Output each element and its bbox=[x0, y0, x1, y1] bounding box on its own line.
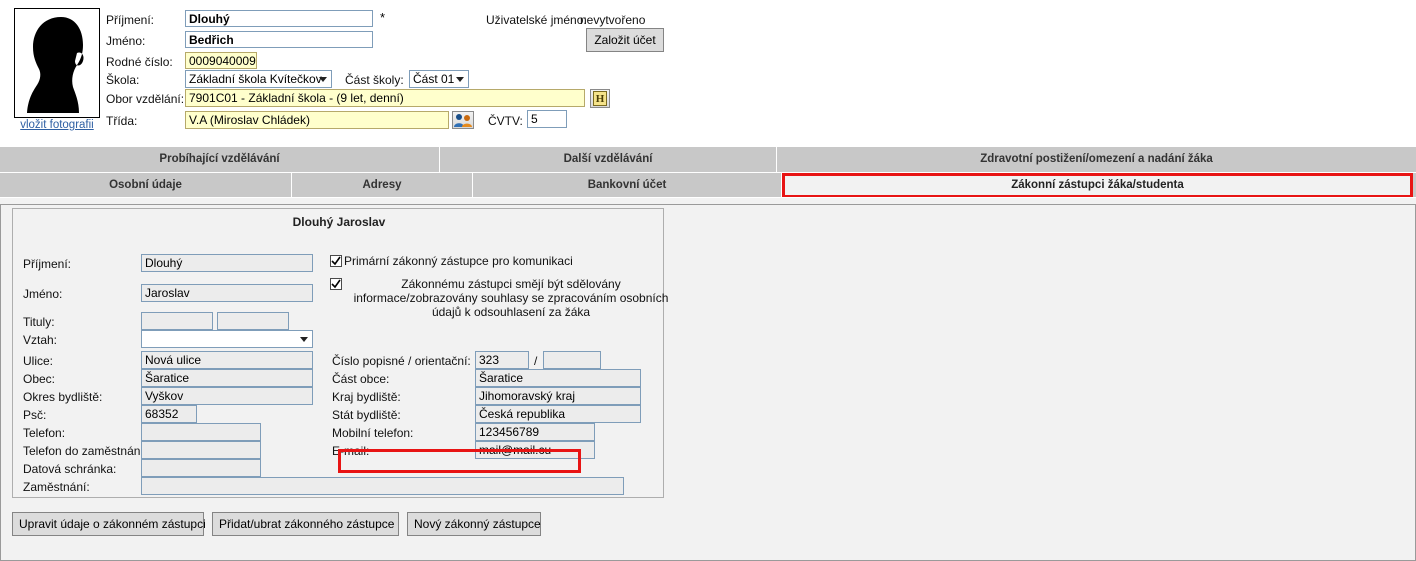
guardian-mobile-field[interactable]: 123456789 bbox=[475, 423, 595, 441]
label-birth-number: Rodné číslo: bbox=[106, 55, 173, 69]
label-guardian-municipality-part: Část obce: bbox=[332, 372, 390, 386]
consent-checkbox[interactable] bbox=[330, 278, 342, 290]
label-guardian-email: E-mail: bbox=[332, 444, 370, 458]
guardian-databox-field[interactable] bbox=[141, 459, 261, 477]
guardian-municipality-part-field[interactable]: Šaratice bbox=[475, 369, 641, 387]
cvtv-field[interactable]: 5 bbox=[527, 110, 567, 128]
guardian-employment-field[interactable] bbox=[141, 477, 624, 495]
label-class: Třída: bbox=[106, 114, 138, 128]
required-star: * bbox=[380, 10, 386, 25]
guardian-title-prefix-field[interactable] bbox=[141, 312, 213, 330]
guardian-title-suffix-field[interactable] bbox=[217, 312, 289, 330]
student-photo bbox=[14, 8, 100, 118]
label-guardian-district: Okres bydliště: bbox=[23, 390, 103, 404]
guardian-fieldset: Dlouhý Jaroslav Příjmení: Dlouhý Jméno: … bbox=[12, 208, 668, 498]
class-field[interactable]: V.A (Miroslav Chládek) bbox=[185, 111, 449, 129]
people-group-icon[interactable] bbox=[452, 111, 474, 129]
label-firstname: Jméno: bbox=[106, 34, 146, 48]
add-remove-guardian-button[interactable]: Přidat/ubrat zákonného zástupce bbox=[212, 512, 399, 536]
label-guardian-employment: Zaměstnání: bbox=[23, 480, 90, 494]
guardian-region-field[interactable]: Jihomoravský kraj bbox=[475, 387, 641, 405]
label-cvtv: ČVTV: bbox=[488, 114, 523, 128]
tab-row-secondary: Osobní údaje Adresy Bankovní účet Zákonn… bbox=[0, 173, 1416, 199]
guardian-house-number-field[interactable]: 323 bbox=[475, 351, 529, 369]
new-guardian-button[interactable]: Nový zákonný zástupce bbox=[407, 512, 541, 536]
label-guardian-surname: Příjmení: bbox=[23, 257, 72, 271]
primary-guardian-checkbox[interactable] bbox=[330, 255, 342, 267]
firstname-field[interactable]: Bedřich bbox=[185, 31, 373, 48]
school-part-select[interactable]: Část 01 bbox=[409, 70, 469, 88]
guardian-district-field[interactable]: Vyškov bbox=[141, 387, 313, 405]
tab-zdravotni-postizeni[interactable]: Zdravotní postižení/omezení a nadání žák… bbox=[777, 147, 1416, 172]
history-h-icon-label: H bbox=[593, 91, 607, 106]
guardian-phone-field[interactable] bbox=[141, 423, 261, 441]
school-part-select-value: Část 01 bbox=[413, 72, 455, 86]
label-guardian-relation: Vztah: bbox=[23, 333, 58, 347]
tab-navigation: Probíhající vzdělávání Další vzdělávání … bbox=[0, 147, 1416, 206]
guardian-panel: Dlouhý Jaroslav Příjmení: Dlouhý Jméno: … bbox=[0, 204, 1416, 561]
tab-osobni-udaje[interactable]: Osobní údaje bbox=[0, 173, 292, 198]
label-guardian-firstname: Jméno: bbox=[23, 287, 63, 301]
insert-photo-link[interactable]: vložit fotografii bbox=[14, 119, 100, 131]
label-study-field: Obor vzdělání: bbox=[106, 92, 185, 106]
label-guardian-municipality: Obec: bbox=[23, 372, 56, 386]
tab-adresy[interactable]: Adresy bbox=[292, 173, 473, 198]
label-guardian-country: Stát bydliště: bbox=[332, 408, 401, 422]
label-guardian-phone: Telefon: bbox=[23, 426, 66, 440]
house-number-separator: / bbox=[534, 354, 538, 368]
study-field-field[interactable]: 7901C01 - Základní škola - (9 let, denní… bbox=[185, 89, 585, 107]
consent-checkbox-label: Zákonnému zástupci smějí být sdělovány i… bbox=[353, 277, 669, 319]
primary-guardian-checkbox-label: Primární zákonný zástupce pro komunikaci bbox=[344, 254, 573, 268]
label-guardian-house-number: Číslo popisné / orientační: bbox=[332, 354, 471, 368]
chevron-down-icon bbox=[319, 77, 327, 82]
tab-zakonni-zastupci[interactable]: Zákonní zástupci žáka/studenta bbox=[782, 173, 1413, 198]
label-surname: Příjmení: bbox=[106, 13, 155, 27]
tab-probihajici-vzdelavani[interactable]: Probíhající vzdělávání bbox=[0, 147, 440, 172]
label-guardian-titles: Tituly: bbox=[23, 315, 55, 329]
guardian-street-field[interactable]: Nová ulice bbox=[141, 351, 313, 369]
school-select[interactable]: Základní škola Kvítečkov bbox=[185, 70, 332, 88]
tab-row-primary: Probíhající vzdělávání Další vzdělávání … bbox=[0, 147, 1416, 173]
label-guardian-region: Kraj bydliště: bbox=[332, 390, 401, 404]
tab-dalsi-vzdelavani[interactable]: Další vzdělávání bbox=[440, 147, 777, 172]
person-silhouette-icon bbox=[15, 9, 99, 115]
guardian-surname-field[interactable]: Dlouhý bbox=[141, 254, 313, 272]
label-school: Škola: bbox=[106, 73, 140, 87]
student-header: vložit fotografii Příjmení: Dlouhý * Jmé… bbox=[0, 0, 1416, 145]
guardian-country-field[interactable]: Česká republika bbox=[475, 405, 641, 423]
label-school-part: Část školy: bbox=[345, 73, 404, 87]
label-guardian-zip: Psč: bbox=[23, 408, 47, 422]
label-guardian-mobile: Mobilní telefon: bbox=[332, 426, 414, 440]
surname-field[interactable]: Dlouhý bbox=[185, 10, 373, 27]
username-value: nevytvořeno bbox=[580, 13, 646, 27]
school-select-value: Základní škola Kvítečkov bbox=[189, 72, 322, 86]
create-account-button[interactable]: Založit účet bbox=[586, 28, 664, 52]
guardian-municipality-field[interactable]: Šaratice bbox=[141, 369, 313, 387]
guardian-email-field[interactable]: mail@mail.cu bbox=[475, 441, 595, 459]
guardian-title: Dlouhý Jaroslav bbox=[292, 215, 386, 229]
guardian-zip-field[interactable]: 68352 bbox=[141, 405, 197, 423]
label-guardian-databox: Datová schránka: bbox=[23, 462, 117, 476]
birth-number-field[interactable]: 0009040009 bbox=[185, 52, 257, 69]
label-username: Uživatelské jméno: bbox=[486, 13, 587, 27]
guardian-relation-select[interactable] bbox=[141, 330, 313, 348]
guardian-firstname-field[interactable]: Jaroslav bbox=[141, 284, 313, 302]
history-h-icon[interactable]: H bbox=[590, 89, 610, 108]
label-guardian-street: Ulice: bbox=[23, 354, 54, 368]
guardian-orientation-number-field[interactable] bbox=[543, 351, 601, 369]
guardian-work-phone-field[interactable] bbox=[141, 441, 261, 459]
chevron-down-icon bbox=[456, 77, 464, 82]
label-guardian-work-phone: Telefon do zaměstnání: bbox=[23, 444, 148, 458]
tab-bankovni-ucet[interactable]: Bankovní účet bbox=[473, 173, 782, 198]
chevron-down-icon bbox=[300, 337, 308, 342]
edit-guardian-button[interactable]: Upravit údaje o zákonném zástupci bbox=[12, 512, 206, 536]
